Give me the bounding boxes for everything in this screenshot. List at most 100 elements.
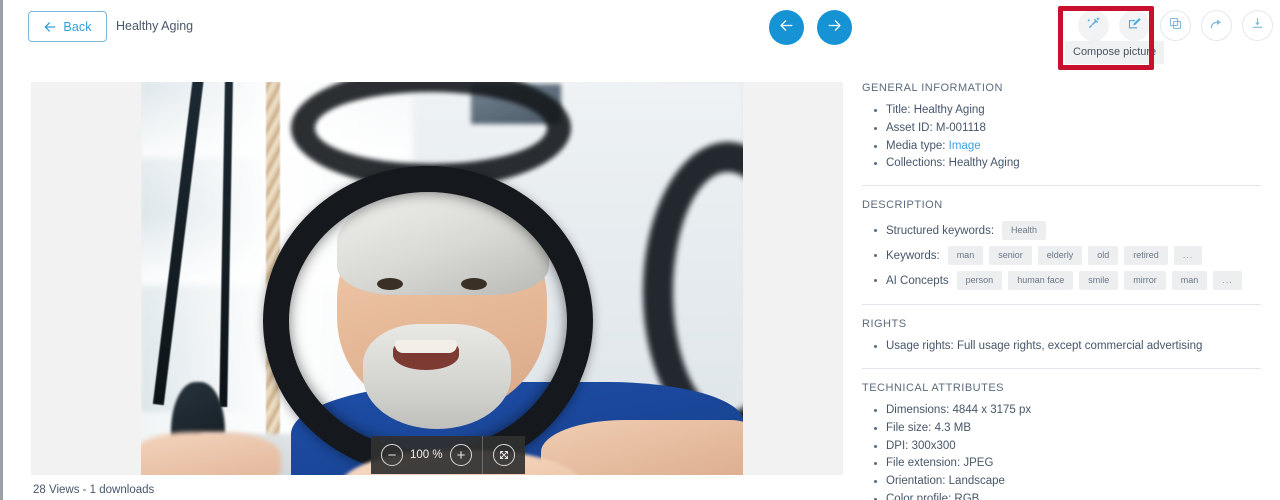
metadata-value: RGB <box>954 492 980 500</box>
metadata-label: Orientation: <box>886 475 949 488</box>
arrow-left-icon <box>778 17 795 39</box>
section-divider <box>862 367 1261 369</box>
keyword-chip[interactable]: senior <box>989 246 1032 266</box>
section-divider <box>862 185 1261 187</box>
ai-concept-chip[interactable]: man <box>1171 271 1208 291</box>
metadata-row: Usage rights: Full usage rights, except … <box>874 340 1280 354</box>
asset-navigation <box>769 10 852 45</box>
metadata-panel: GENERAL INFORMATION Title: Healthy Aging… <box>848 66 1280 500</box>
section-divider <box>862 304 1261 306</box>
download-button[interactable] <box>1242 10 1273 41</box>
share-button[interactable] <box>1201 10 1232 41</box>
general-information-section: GENERAL INFORMATION Title: Healthy Aging… <box>848 66 1280 171</box>
next-asset-button[interactable] <box>817 10 852 45</box>
asset-actions-toolbar <box>1078 10 1273 41</box>
row-label: Keywords: <box>886 249 940 262</box>
duplicate-button[interactable] <box>1160 10 1191 41</box>
keyword-chip[interactable]: Health <box>1002 221 1047 241</box>
rights-section: RIGHTS Usage rights: Full usage rights, … <box>848 318 1280 354</box>
fullscreen-button[interactable] <box>492 444 515 466</box>
keyword-more-chip[interactable]: ... <box>1173 246 1203 266</box>
description-list: Structured keywords: Health Keywords: ma… <box>874 221 1280 291</box>
row-label: AI Concepts <box>886 274 949 287</box>
keywords-row: Keywords: man senior elderly old retired… <box>874 246 1280 266</box>
metadata-row: Dimensions: 4844 x 3175 px <box>874 404 1280 418</box>
metadata-row: Collections: Healthy Aging <box>874 157 1280 171</box>
metadata-value: 4.3 MB <box>934 421 972 434</box>
ai-concept-chip[interactable]: mirror <box>1124 271 1166 291</box>
rights-list: Usage rights: Full usage rights, except … <box>874 340 1280 354</box>
share-arrow-icon <box>1209 16 1224 36</box>
back-button-label: Back <box>63 19 92 34</box>
metadata-value: 4844 x 3175 px <box>952 403 1032 416</box>
metadata-row: Title: Healthy Aging <box>874 104 1280 118</box>
metadata-value: JPEG <box>963 457 994 470</box>
metadata-row: Media type: Image <box>874 140 1280 154</box>
metadata-label: File size: <box>886 421 935 434</box>
metadata-row: Color profile: RGB <box>874 493 1280 500</box>
technical-attributes-section: TECHNICAL ATTRIBUTES Dimensions: 4844 x … <box>848 382 1280 500</box>
metadata-label: Collections: <box>886 157 949 170</box>
top-bar: Back Healthy Aging Compose picture <box>3 0 1280 70</box>
general-information-list: Title: Healthy Aging Asset ID: M-001118 … <box>874 104 1280 171</box>
row-label: Structured keywords: <box>886 224 995 237</box>
ai-concept-chip[interactable]: human face <box>1008 271 1074 291</box>
structured-keywords-row: Structured keywords: Health <box>874 221 1280 241</box>
plus-icon <box>456 451 465 459</box>
technical-attributes-title: TECHNICAL ATTRIBUTES <box>862 381 1005 394</box>
metadata-value: Healthy Aging <box>948 157 1020 170</box>
metadata-row: Orientation: Landscape <box>874 475 1280 489</box>
ai-concept-chip[interactable]: smile <box>1079 271 1119 291</box>
arrow-right-icon <box>826 17 843 39</box>
technical-attributes-list: Dimensions: 4844 x 3175 px File size: 4.… <box>874 404 1280 500</box>
metadata-label: Asset ID: <box>886 121 936 134</box>
ai-concepts-row: AI Concepts person human face smile mirr… <box>874 271 1280 291</box>
media-type-link[interactable]: Image <box>949 140 981 152</box>
zoom-in-button[interactable] <box>449 444 472 466</box>
copy-icon <box>1168 16 1183 36</box>
metadata-label: Title: <box>886 104 914 116</box>
rights-title: RIGHTS <box>862 318 907 331</box>
metadata-row: DPI: 300x300 <box>874 440 1280 454</box>
metadata-value: Landscape <box>948 475 1005 488</box>
metadata-value: Full usage rights, except commercial adv… <box>956 340 1203 353</box>
edit-picture-button[interactable] <box>1119 10 1150 41</box>
back-button[interactable]: Back <box>28 11 107 42</box>
asset-stats: 28 Views - 1 downloads <box>33 484 155 496</box>
description-section: DESCRIPTION Structured keywords: Health … <box>848 199 1280 291</box>
asset-preview-image[interactable] <box>141 82 743 475</box>
zoom-out-button[interactable] <box>381 444 403 466</box>
general-information-title: GENERAL INFORMATION <box>862 82 1003 94</box>
asset-detail-page: Back Healthy Aging Compose picture 100 %… <box>0 0 1280 500</box>
metadata-label: Color profile: <box>886 492 955 500</box>
metadata-value: Healthy Aging <box>913 104 985 116</box>
metadata-value: 300x300 <box>911 439 956 452</box>
expand-arrows-icon <box>499 451 508 459</box>
keyword-chip[interactable]: man <box>947 246 984 266</box>
metadata-label: Dimensions: <box>886 403 953 416</box>
image-viewer[interactable] <box>31 82 843 475</box>
download-icon <box>1250 16 1265 36</box>
keyword-chip[interactable]: old <box>1088 246 1119 266</box>
metadata-row: File extension: JPEG <box>874 457 1280 471</box>
zoom-toolbar: 100 % <box>371 436 525 474</box>
page-title: Healthy Aging <box>116 19 194 33</box>
metadata-row: File size: 4.3 MB <box>874 422 1280 436</box>
description-title: DESCRIPTION <box>862 199 943 212</box>
minus-icon <box>388 454 396 456</box>
zoom-level-label: 100 % <box>410 449 443 461</box>
ai-concept-more-chip[interactable]: ... <box>1213 271 1242 291</box>
magic-wand-icon <box>1086 16 1101 36</box>
metadata-label: Media type: <box>886 139 949 152</box>
compose-picture-tooltip: Compose picture <box>1065 36 1165 64</box>
ai-concept-chip[interactable]: person <box>956 271 1003 291</box>
edit-square-icon <box>1127 16 1142 36</box>
arrow-left-icon <box>43 20 57 34</box>
previous-asset-button[interactable] <box>769 10 804 45</box>
metadata-label: Usage rights: <box>886 340 957 353</box>
metadata-row: Asset ID: M-001118 <box>874 122 1280 136</box>
metadata-value: M-001118 <box>935 121 986 134</box>
keyword-chip[interactable]: retired <box>1124 246 1168 266</box>
keyword-chip[interactable]: elderly <box>1037 246 1083 266</box>
metadata-label: File extension: <box>886 457 964 470</box>
